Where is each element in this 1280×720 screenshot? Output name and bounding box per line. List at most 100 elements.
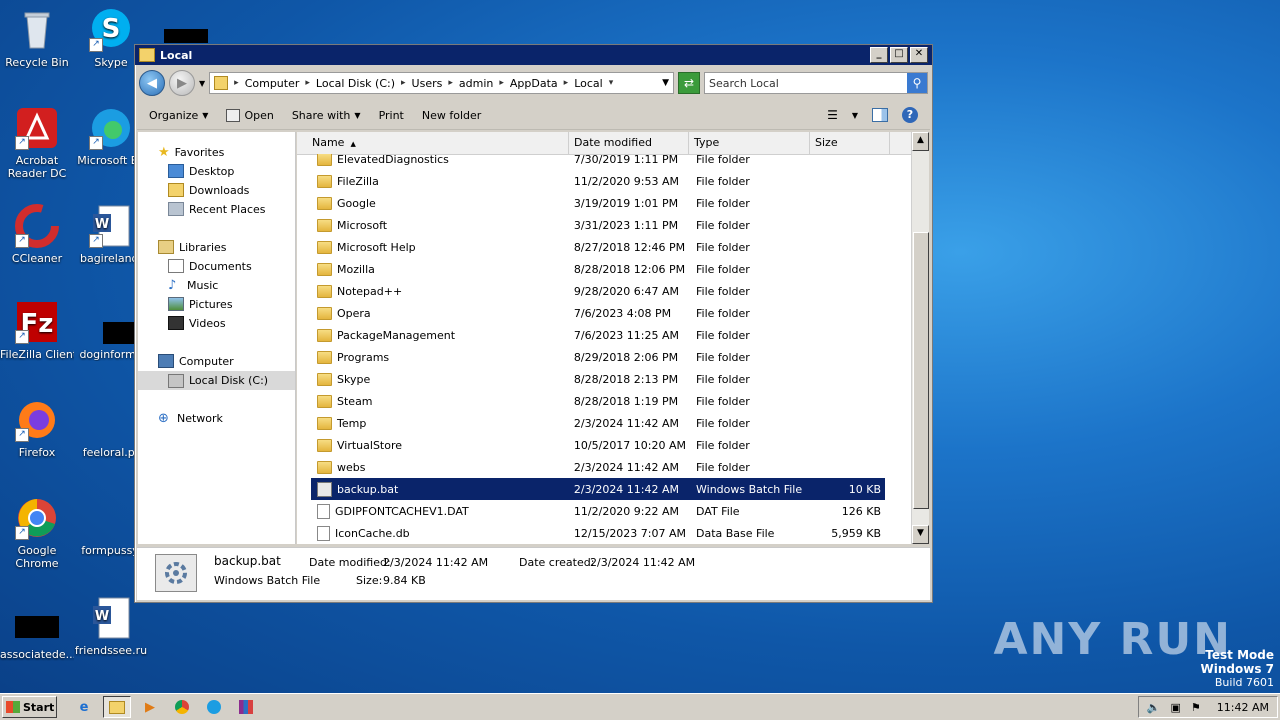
nav-documents[interactable]: Documents — [168, 258, 252, 274]
nav-local-disk[interactable]: Local Disk (C:) — [138, 371, 295, 390]
nav-videos[interactable]: Videos — [168, 315, 226, 331]
desktop-icon-chrome[interactable]: ↗ Google Chrome — [0, 496, 74, 570]
refresh-button[interactable]: ⇄ — [678, 72, 700, 94]
search-input[interactable]: Search Local ⚲ — [704, 72, 928, 94]
file-row[interactable]: Steam 8/28/2018 1:19 PM File folder — [311, 390, 885, 412]
file-size: 126 KB — [841, 504, 882, 518]
action-center-flag-icon[interactable]: ⚑ — [1191, 701, 1201, 714]
organize-button[interactable]: Organize ▼ — [149, 109, 208, 122]
taskbar-explorer[interactable] — [103, 696, 131, 718]
breadcrumb-item[interactable]: Computer — [245, 77, 300, 90]
search-icon[interactable]: ⚲ — [907, 73, 927, 93]
nav-music[interactable]: ♪ Music — [168, 277, 218, 293]
file-date: 11/2/2020 9:22 AM — [573, 504, 680, 518]
breadcrumb-item[interactable]: Local Disk (C:) — [316, 77, 395, 90]
nav-network[interactable]: ⊕ Network — [158, 410, 223, 426]
print-button[interactable]: Print — [379, 109, 404, 122]
file-row[interactable]: Microsoft 3/31/2023 1:11 PM File folder — [311, 214, 885, 236]
file-row[interactable]: Google 3/19/2019 1:01 PM File folder — [311, 192, 885, 214]
file-row[interactable]: IconCache.db 12/15/2023 7:07 AM Data Base … — [311, 522, 885, 544]
vertical-scrollbar[interactable]: ▲ ▼ — [911, 132, 929, 544]
taskbar-chrome[interactable] — [169, 697, 195, 717]
column-name[interactable]: Name ▲ — [297, 132, 569, 154]
title-bar[interactable]: Local _ □ ✕ — [135, 45, 932, 65]
taskbar-edge[interactable] — [201, 697, 227, 717]
breadcrumb-separator-icon[interactable]: ▸ — [401, 78, 406, 88]
desktop-icon-recycle-bin[interactable]: Recycle Bin — [0, 8, 74, 69]
nav-label: Desktop — [189, 164, 235, 178]
file-type: File folder — [696, 416, 750, 430]
desktop-icon-associatede[interactable]: associatede... — [0, 600, 74, 661]
file-row[interactable]: Mozilla 8/28/2018 12:06 PM File folder — [311, 258, 885, 280]
nav-downloads[interactable]: Downloads — [168, 182, 249, 198]
start-button[interactable]: Start — [2, 696, 57, 718]
preview-pane-icon[interactable] — [872, 108, 888, 122]
share-with-button[interactable]: Share with ▼ — [292, 109, 361, 122]
file-row[interactable]: webs 2/3/2024 11:42 AM File folder — [311, 456, 885, 478]
minimize-button[interactable]: _ — [870, 47, 888, 63]
close-button[interactable]: ✕ — [910, 47, 928, 63]
desktop-icon-ccleaner[interactable]: ↗ CCleaner — [0, 204, 74, 265]
file-row[interactable]: Programs 8/29/2018 2:06 PM File folder — [311, 346, 885, 368]
file-row[interactable]: VirtualStore 10/5/2017 10:20 AM File folde… — [311, 434, 885, 456]
network-icon[interactable]: ▣ — [1171, 701, 1181, 714]
breadcrumb-item[interactable]: Local — [574, 77, 603, 90]
column-size[interactable]: Size — [810, 132, 890, 154]
breadcrumb-separator-icon[interactable]: ▸ — [305, 78, 310, 88]
clock[interactable]: 11:42 AM — [1217, 701, 1269, 714]
recent-pages-dropdown-icon[interactable]: ▼ — [199, 79, 205, 88]
address-dropdown-icon[interactable]: ▼ — [662, 78, 669, 88]
breadcrumb-separator-icon[interactable]: ▾ — [609, 78, 614, 88]
desktop-icon-firefox[interactable]: ↗ Firefox — [0, 398, 74, 459]
scroll-down-arrow-icon[interactable]: ▼ — [912, 525, 929, 544]
nav-favorites[interactable]: ★ Favorites — [158, 144, 224, 160]
nav-computer[interactable]: Computer — [158, 353, 234, 369]
file-row[interactable]: GDIPFONTCACHEV1.DAT 11/2/2020 9:22 AM DAT … — [311, 500, 885, 522]
desktop-icon-label: Recycle Bin — [5, 56, 69, 69]
breadcrumb-item[interactable]: Users — [412, 77, 443, 90]
breadcrumb-separator-icon[interactable]: ▸ — [234, 78, 239, 88]
file-row[interactable]: backup.bat 2/3/2024 11:42 AM Windows Batch… — [311, 478, 885, 500]
nav-desktop[interactable]: Desktop — [168, 163, 234, 179]
forward-button[interactable]: ▶ — [169, 70, 195, 96]
column-date[interactable]: Date modified — [569, 132, 689, 154]
nav-libraries[interactable]: Libraries — [158, 239, 227, 255]
column-type[interactable]: Type — [689, 132, 810, 154]
breadcrumb-item[interactable]: AppData — [510, 77, 558, 90]
back-button[interactable]: ◀ — [139, 70, 165, 96]
column-date-label: Date modified — [574, 136, 652, 149]
taskbar-winrar[interactable] — [233, 697, 259, 717]
scroll-thumb[interactable] — [913, 232, 929, 509]
view-options-icon[interactable]: ☰ — [827, 108, 838, 122]
file-row[interactable]: Notepad++ 9/28/2020 6:47 AM File folder — [311, 280, 885, 302]
file-row[interactable]: Skype 8/28/2018 2:13 PM File folder — [311, 368, 885, 390]
open-button[interactable]: Open — [226, 108, 274, 122]
volume-icon[interactable]: 🔈 — [1147, 701, 1161, 714]
file-name-cell: backup.bat — [311, 481, 570, 497]
new-folder-button[interactable]: New folder — [422, 109, 481, 122]
breadcrumb-separator-icon[interactable]: ▸ — [564, 78, 569, 88]
nav-pictures[interactable]: Pictures — [168, 296, 233, 312]
help-icon[interactable]: ? — [902, 107, 918, 123]
maximize-button[interactable]: □ — [890, 47, 908, 63]
batch-file-icon — [317, 481, 332, 497]
file-row[interactable]: FileZilla 11/2/2020 9:53 AM File folder — [311, 170, 885, 192]
file-row[interactable]: PackageManagement 7/6/2023 11:25 AM File f… — [311, 324, 885, 346]
file-row[interactable]: Microsoft Help 8/27/2018 12:46 PM File fol… — [311, 236, 885, 258]
nav-recent-places[interactable]: Recent Places — [168, 201, 266, 217]
file-row[interactable]: Temp 2/3/2024 11:42 AM File folder — [311, 412, 885, 434]
breadcrumb-separator-icon[interactable]: ▸ — [448, 78, 453, 88]
desktop-icon-friendssee[interactable]: W friendssee.ru — [74, 596, 148, 657]
breadcrumb-item[interactable]: admin — [459, 77, 493, 90]
file-row[interactable]: Opera 7/6/2023 4:08 PM File folder — [311, 302, 885, 324]
breadcrumb-separator-icon[interactable]: ▸ — [499, 78, 504, 88]
file-row[interactable]: ElevatedDiagnostics 7/30/2019 1:11 PM File… — [311, 154, 885, 170]
breadcrumb[interactable]: ▸ Computer ▸ Local Disk (C:) ▸ Users ▸ a… — [209, 72, 674, 94]
taskbar-media-player[interactable]: ▶ — [137, 697, 163, 717]
desktop-icon-acrobat[interactable]: ↗ Acrobat Reader DC — [0, 106, 74, 180]
taskbar-ie[interactable]: e — [71, 697, 97, 717]
explorer-window: Local _ □ ✕ ◀ ▶ ▼ ▸ Computer ▸ Local Dis… — [134, 44, 933, 603]
chevron-down-icon[interactable]: ▼ — [852, 111, 858, 120]
scroll-up-arrow-icon[interactable]: ▲ — [912, 132, 929, 151]
desktop-icon-filezilla[interactable]: Fz ↗ FileZilla Client — [0, 300, 74, 361]
